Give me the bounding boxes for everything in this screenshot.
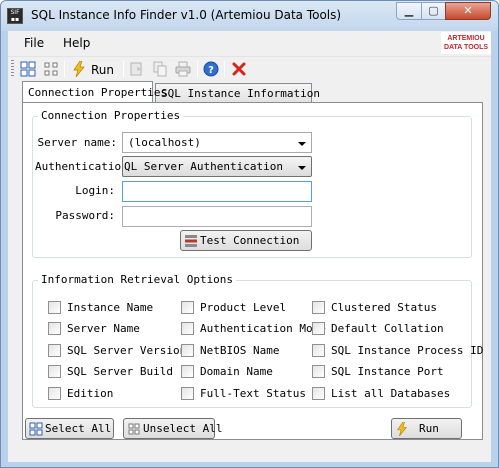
- checkbox-box[interactable]: [312, 344, 325, 357]
- checkbox-box[interactable]: [181, 301, 194, 314]
- checkbox-label: List all Databases: [331, 387, 451, 400]
- checkbox-box[interactable]: [312, 365, 325, 378]
- checkbox-box[interactable]: [312, 301, 325, 314]
- toolbar: Run ?: [8, 56, 491, 80]
- login-label: Login:: [75, 184, 115, 197]
- export-icon[interactable]: [128, 60, 146, 78]
- chevron-down-icon[interactable]: [298, 166, 306, 170]
- checkbox-label: SQL Server Version: [67, 344, 187, 357]
- lightning-run-icon: [395, 421, 409, 436]
- maximize-button[interactable]: ▢: [421, 2, 446, 20]
- checkbox-label: Clustered Status: [331, 301, 437, 314]
- test-connection-label: Test Connection: [200, 234, 300, 247]
- minimize-icon: ▁: [404, 4, 414, 17]
- checkbox-label: Instance Name: [67, 301, 154, 314]
- menu-bar: File Help ARTEMIOU DATA TOOLS: [8, 31, 491, 55]
- toolbar-separator: [197, 61, 198, 77]
- database-connection-icon: [184, 234, 198, 248]
- unselect-all-button[interactable]: Unselect All: [123, 418, 222, 439]
- checkbox-label: Server Name: [67, 322, 140, 335]
- checkbox-label: Default Collation: [331, 322, 444, 335]
- select-all-icon: [29, 422, 43, 436]
- authentication-combobox[interactable]: QL Server Authentication: [122, 156, 312, 177]
- password-input[interactable]: [122, 206, 312, 227]
- select-all-button[interactable]: Select All: [25, 418, 114, 439]
- options-group-title: Information Retrieval Options: [38, 273, 237, 286]
- connection-group-title: Connection Properties: [38, 109, 184, 122]
- app-icon: SIF ▪▪: [7, 8, 23, 24]
- close-icon: ✕: [463, 4, 473, 17]
- checkbox-label: Product Level: [200, 301, 287, 314]
- login-input[interactable]: [122, 181, 312, 202]
- toolbar-grip-icon[interactable]: [11, 60, 14, 78]
- server-name-value: (localhost): [128, 136, 201, 149]
- checkbox-box[interactable]: [48, 301, 61, 314]
- checkbox-label: Authentication Mode: [200, 322, 326, 335]
- client-area: File Help ARTEMIOU DATA TOOLS Run ? Conn…: [8, 31, 491, 462]
- status-bar: [8, 447, 491, 462]
- server-name-label: Server name:: [37, 136, 117, 149]
- lightning-run-icon[interactable]: [70, 60, 88, 78]
- checkbox-box[interactable]: [181, 365, 194, 378]
- small-icons-view-icon[interactable]: [42, 60, 60, 78]
- tab-page-connection: Connection Properties Server name: (loca…: [22, 102, 483, 440]
- select-all-label: Select All: [45, 422, 112, 435]
- toolbar-separator: [64, 61, 65, 77]
- checkbox-box[interactable]: [181, 322, 194, 335]
- checkbox-box[interactable]: [181, 387, 194, 400]
- logo-line-2: DATA TOOLS: [443, 44, 489, 51]
- print-icon[interactable]: [174, 60, 192, 78]
- run-button-label: Run: [419, 422, 439, 435]
- password-label: Password:: [55, 209, 115, 222]
- tab-sql-instance-information[interactable]: SQL Instance Information: [155, 83, 320, 103]
- toolbar-separator: [123, 61, 124, 77]
- toolbar-run-label[interactable]: Run: [91, 63, 114, 77]
- help-icon[interactable]: ?: [202, 60, 220, 78]
- checkbox-label: NetBIOS Name: [200, 344, 280, 357]
- retrieval-options-group: Information Retrieval Options Instance N…: [32, 273, 483, 408]
- checkbox-label: Full-Text Status: [200, 387, 306, 400]
- menu-help[interactable]: Help: [63, 36, 90, 50]
- checkbox-box[interactable]: [48, 387, 61, 400]
- svg-text:?: ?: [208, 65, 214, 76]
- authentication-label: Authentication:: [35, 160, 135, 173]
- checkbox-box[interactable]: [312, 322, 325, 335]
- test-connection-button[interactable]: Test Connection: [180, 230, 312, 251]
- chevron-down-icon[interactable]: [298, 142, 306, 146]
- checkbox-box[interactable]: [181, 344, 194, 357]
- exit-icon[interactable]: [230, 60, 248, 78]
- close-window-button[interactable]: ✕: [445, 2, 491, 20]
- checkbox-label: SQL Instance Process ID: [331, 344, 484, 357]
- large-icons-view-icon[interactable]: [19, 60, 37, 78]
- checkbox-label: Domain Name: [200, 365, 273, 378]
- window-title: SQL Instance Info Finder v1.0 (Artemiou …: [31, 8, 342, 22]
- artemiou-logo: ARTEMIOU DATA TOOLS: [441, 32, 491, 54]
- app-window: SIF ▪▪ SQL Instance Info Finder v1.0 (Art…: [0, 0, 499, 468]
- checkbox-box[interactable]: [48, 322, 61, 335]
- menu-file[interactable]: File: [24, 36, 44, 50]
- checkbox-box[interactable]: [48, 344, 61, 357]
- toolbar-separator: [224, 61, 225, 77]
- run-button[interactable]: Run: [391, 418, 462, 439]
- checkbox-label: SQL Server Build: [67, 365, 173, 378]
- connection-properties-group: Connection Properties Server name: (loca…: [32, 109, 472, 258]
- minimize-button[interactable]: ▁: [396, 2, 422, 20]
- maximize-icon: ▢: [428, 4, 439, 17]
- copy-icon[interactable]: [151, 60, 169, 78]
- authentication-value: QL Server Authentication: [124, 160, 283, 173]
- checkbox-label: SQL Instance Port: [331, 365, 444, 378]
- checkbox-box[interactable]: [48, 365, 61, 378]
- title-bar[interactable]: SIF ▪▪ SQL Instance Info Finder v1.0 (Art…: [1, 1, 498, 31]
- server-name-combobox[interactable]: (localhost): [122, 132, 312, 153]
- checkbox-label: Edition: [67, 387, 114, 400]
- tab-connection-properties[interactable]: Connection Properties: [22, 81, 167, 102]
- unselect-all-label: Unselect All: [143, 422, 223, 435]
- checkbox-box[interactable]: [312, 387, 325, 400]
- logo-line-1: ARTEMIOU: [447, 35, 485, 42]
- unselect-all-icon: [127, 422, 141, 436]
